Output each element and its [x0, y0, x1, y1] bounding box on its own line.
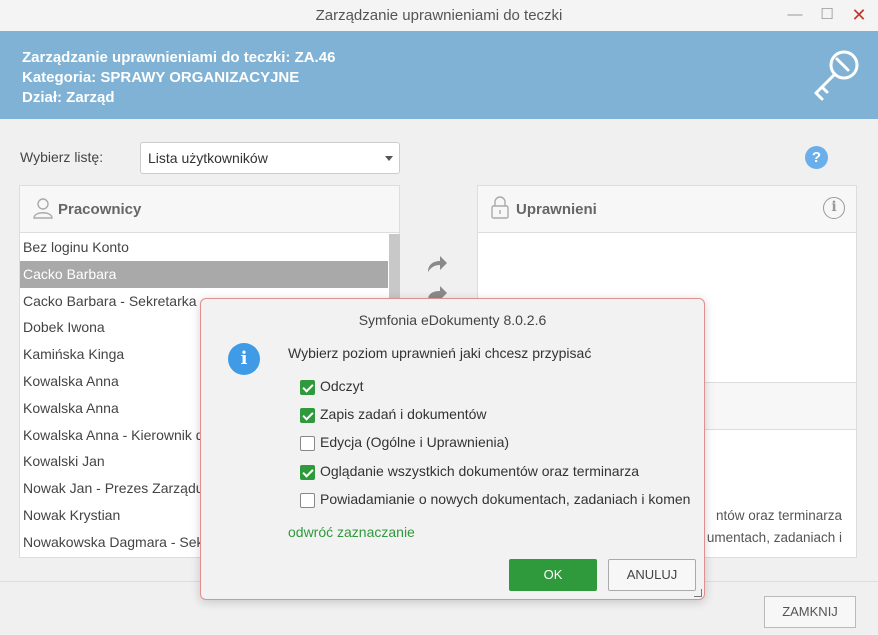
- checkbox-checked[interactable]: [300, 465, 315, 480]
- folder-department: Dział: Zarząd: [22, 89, 115, 106]
- cancel-button[interactable]: ANULUJ: [608, 559, 696, 591]
- checkbox-label: Zapis zadań i dokumentów: [320, 406, 487, 422]
- authorized-panel-title: Uprawnieni: [516, 201, 597, 218]
- key-icon: [814, 50, 859, 101]
- permission-option-edit[interactable]: Edycja (Ogólne i Uprawnienia): [300, 434, 696, 454]
- window-titlebar: Zarządzanie uprawnieniami do teczki — ☐ …: [0, 0, 878, 31]
- permission-option-write[interactable]: Zapis zadań i dokumentów: [300, 406, 696, 426]
- folder-title: Zarządzanie uprawnieniami do teczki: ZA.…: [22, 49, 336, 66]
- info-icon: i: [228, 343, 260, 375]
- add-permission-arrow-icon[interactable]: [426, 254, 448, 274]
- lock-icon: [491, 196, 509, 219]
- close-window-icon[interactable]: ✕: [848, 4, 870, 26]
- help-icon[interactable]: ?: [805, 146, 828, 169]
- resize-grip-icon[interactable]: [694, 589, 702, 597]
- checkbox-label: Edycja (Ogólne i Uprawnienia): [320, 434, 510, 450]
- permission-option-view-all[interactable]: Oglądanie wszystkich dokumentów oraz ter…: [300, 463, 696, 483]
- chevron-down-icon: [385, 156, 393, 161]
- list-select[interactable]: Lista użytkowników: [140, 142, 400, 174]
- authorized-panel-header: Uprawnieni i: [478, 186, 856, 233]
- list-select-label: Wybierz listę:: [20, 149, 104, 165]
- maximize-icon[interactable]: ☐: [816, 4, 838, 26]
- checkbox-unchecked[interactable]: [300, 493, 315, 508]
- dialog-title: Symfonia eDokumenty 8.0.2.6: [358, 312, 547, 328]
- checkbox-label: Odczyt: [320, 378, 364, 394]
- minimize-icon[interactable]: —: [784, 4, 806, 26]
- ok-button[interactable]: OK: [509, 559, 597, 591]
- permission-dialog: Symfonia eDokumenty 8.0.2.6 i Wybierz po…: [200, 298, 705, 600]
- close-button[interactable]: ZAMKNIJ: [764, 596, 856, 628]
- invert-selection-link[interactable]: odwróć zaznaczanie: [288, 524, 415, 540]
- checkbox-label: Powiadamianie o nowych dokumentach, zada…: [320, 491, 691, 507]
- employees-panel-header: Pracownicy: [20, 186, 399, 233]
- folder-header: Zarządzanie uprawnieniami do teczki: ZA.…: [0, 31, 878, 119]
- permission-option-notify[interactable]: Powiadamianie o nowych dokumentach, zada…: [300, 491, 696, 511]
- checkbox-checked[interactable]: [300, 408, 315, 423]
- checkbox-checked[interactable]: [300, 380, 315, 395]
- info-icon[interactable]: i: [823, 197, 845, 219]
- dialog-prompt: Wybierz poziom uprawnień jaki chcesz prz…: [288, 345, 592, 361]
- list-item[interactable]: Cacko Barbara: [20, 260, 388, 288]
- user-icon: [33, 198, 53, 219]
- list-item[interactable]: Bez loginu Konto: [20, 234, 388, 261]
- checkbox-label: Oglądanie wszystkich dokumentów oraz ter…: [320, 463, 640, 479]
- checkbox-unchecked[interactable]: [300, 436, 315, 451]
- list-select-value: Lista użytkowników: [148, 150, 268, 166]
- folder-category: Kategoria: SPRAWY ORGANIZACYJNE: [22, 69, 300, 86]
- employees-panel-title: Pracownicy: [58, 201, 142, 218]
- permission-option-read[interactable]: Odczyt: [300, 378, 696, 398]
- window-title: Zarządzanie uprawnieniami do teczki: [315, 7, 563, 24]
